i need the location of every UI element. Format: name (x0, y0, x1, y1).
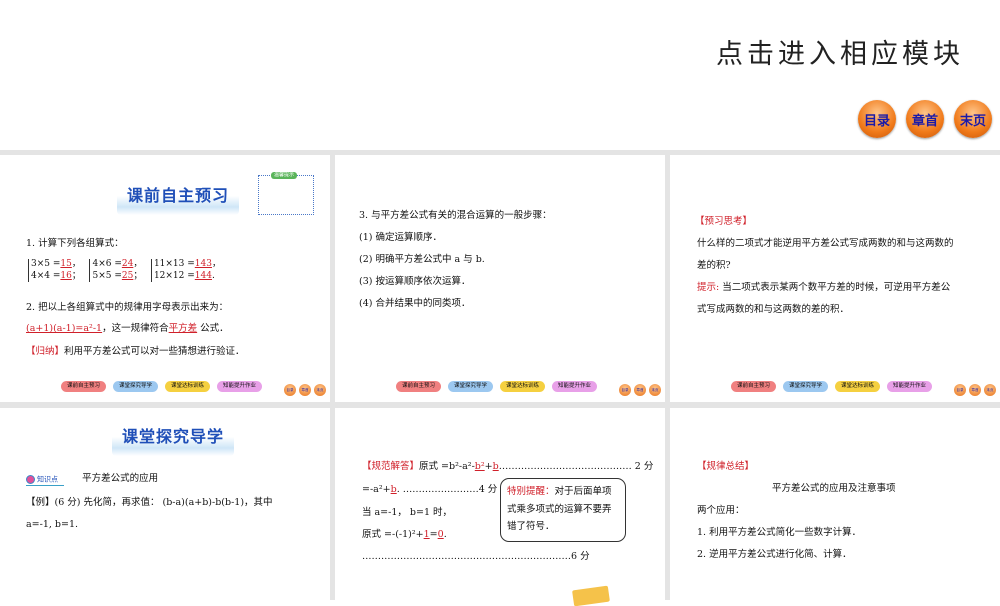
nav-chapter-start-button[interactable]: 章首 (906, 100, 944, 138)
calc-group: 3×5 =15， 4×4 =16； (28, 259, 81, 283)
mini-chapter-button[interactable]: 章首 (634, 384, 646, 396)
nav-contents-button[interactable]: 目录 (858, 100, 896, 138)
mini-last-button[interactable]: 末页 (314, 384, 326, 396)
solution-line: 原式 =-(-1)²+1=0. (362, 529, 447, 540)
slide-thumbnail-3[interactable]: 【预习思考】 什么样的二项式才能逆用平方差公式写成两数的和与这两数的 差的积? … (670, 155, 1000, 402)
preview-think-label: 【预习思考】 (695, 216, 753, 227)
pill-homework[interactable]: 知能提升作业 (552, 381, 597, 392)
pill-practice[interactable]: 课堂达标训练 (500, 381, 545, 392)
header: 点击进入相应模块 目录 章首 末页 (0, 0, 1000, 150)
mini-last-button[interactable]: 末页 (984, 384, 996, 396)
summary-label: 【规律总结】 (697, 461, 755, 472)
pill-preview[interactable]: 课前自主预习 (396, 381, 441, 392)
knowledge-point: 知识点 平方差公式的应用 (26, 472, 158, 486)
section-banner: 课前自主预习 (117, 183, 240, 216)
slide-thumbnail-5[interactable]: 【规范解答】原式 =b²-a²-b²+b…………………………………… 2 分 =… (335, 408, 665, 606)
mini-last-button[interactable]: 末页 (649, 384, 661, 396)
mini-chapter-button[interactable]: 章首 (969, 384, 981, 396)
example: 【例】(6 分) 先化简，再求值： (b-a)(a+b)-b(b-1)，其中 (26, 497, 273, 508)
tip-title: 温馨提示 (271, 172, 298, 179)
knowledge-point-icon (26, 474, 35, 484)
pill-preview[interactable]: 课前自主预习 (731, 381, 776, 392)
example-cont: a=-1, b=1. (26, 519, 79, 530)
calc-groups: 3×5 =15， 4×4 =16； 4×6 =24， 5×5 =25； 11×13 … (28, 259, 221, 283)
calc-group: 11×13 =143， 12×12 =144. (150, 259, 221, 283)
mini-contents-button[interactable]: 目录 (954, 384, 966, 396)
slide-thumbnail-4[interactable]: 课堂探究导学 知识点 平方差公式的应用 【例】(6 分) 先化简，再求值： (b… (0, 408, 330, 600)
slide-thumbnail-6[interactable]: 【规律总结】 平方差公式的应用及注意事项 两个应用： 1. 利用平方差公式简化一… (670, 408, 1000, 600)
pill-practice[interactable]: 课堂达标训练 (835, 381, 880, 392)
question-1: 1. 计算下列各组算式： (26, 238, 124, 249)
nav-last-page-button[interactable]: 末页 (954, 100, 992, 138)
question-cont: 差的积? (697, 260, 731, 271)
mini-contents-button[interactable]: 目录 (284, 384, 296, 396)
mini-chapter-button[interactable]: 章首 (299, 384, 311, 396)
page-title: 点击进入相应模块 (716, 39, 964, 70)
summary-line: 两个应用： (697, 505, 745, 516)
pill-practice[interactable]: 课堂达标训练 (165, 381, 210, 392)
section-banner: 课堂探究导学 (112, 424, 235, 457)
hint-cont: 式写成两数的和与这两数的差的积． (697, 304, 850, 315)
step: (2) 明确平方差公式中 a 与 b. (359, 254, 485, 265)
slide-grid: 课前自主预习 温馨提示 1. 计算下列各组算式： 3×5 =15， 4×4 =16… (0, 150, 1000, 606)
step: (3) 按运算顺序依次运算． (359, 276, 471, 287)
calc-group: 4×6 =24， 5×5 =25； (89, 259, 142, 283)
slide-thumbnail-2[interactable]: 3. 与平方差公式有关的混合运算的一般步骤： (1) 确定运算顺序． (2) 明… (335, 155, 665, 402)
question: 什么样的二项式才能逆用平方差公式写成两数的和与这两数的 (697, 238, 954, 249)
tip-box: 温馨提示 (258, 172, 314, 215)
pill-homework[interactable]: 知能提升作业 (217, 381, 262, 392)
steps-title: 3. 与平方差公式有关的混合运算的一般步骤： (359, 210, 552, 221)
solution-line: 当 a=-1， b=1 时， (362, 507, 453, 518)
pill-explore[interactable]: 课堂探究导学 (783, 381, 828, 392)
solution-line: 【规范解答】原式 =b²-a²-b²+b…………………………………… 2 分 (362, 461, 654, 472)
summary-line: 1. 利用平方差公式简化一些数字计算． (697, 527, 862, 538)
summary: 【归纳】利用平方差公式可以对一些猜想进行验证． (26, 346, 245, 357)
pill-explore[interactable]: 课堂探究导学 (448, 381, 493, 392)
pill-preview[interactable]: 课前自主预习 (61, 381, 106, 392)
pill-explore[interactable]: 课堂探究导学 (113, 381, 158, 392)
special-reminder-box: 特别提醒：对于后面单项式乘多项式的运算不要弄错了符号． (500, 478, 626, 542)
knowledge-point-badge: 知识点 (26, 474, 64, 486)
pill-homework[interactable]: 知能提升作业 (887, 381, 932, 392)
step: (1) 确定运算顺序． (359, 232, 442, 243)
summary-title: 平方差公式的应用及注意事项 (772, 483, 896, 494)
question-2: 2. 把以上各组算式中的规律用字母表示出来为： (26, 302, 229, 313)
hint: 提示: 当二项式表示某两个数平方差的时候，可逆用平方差公 (697, 282, 951, 293)
solution-line: =-a²+b. ……………………4 分 (362, 484, 498, 495)
question-2-answer: (a+1)(a-1)=a²-1，这一规律符合平方差 公式． (26, 323, 229, 334)
solution-line: …………………………………………………………6 分 (362, 551, 590, 562)
mini-contents-button[interactable]: 目录 (619, 384, 631, 396)
step: (4) 合并结果中的同类项． (359, 298, 471, 309)
slide-thumbnail-1[interactable]: 课前自主预习 温馨提示 1. 计算下列各组算式： 3×5 =15， 4×4 =16… (0, 155, 330, 402)
summary-line: 2. 逆用平方差公式进行化简、计算． (697, 549, 852, 560)
sticker-icon (572, 585, 610, 606)
